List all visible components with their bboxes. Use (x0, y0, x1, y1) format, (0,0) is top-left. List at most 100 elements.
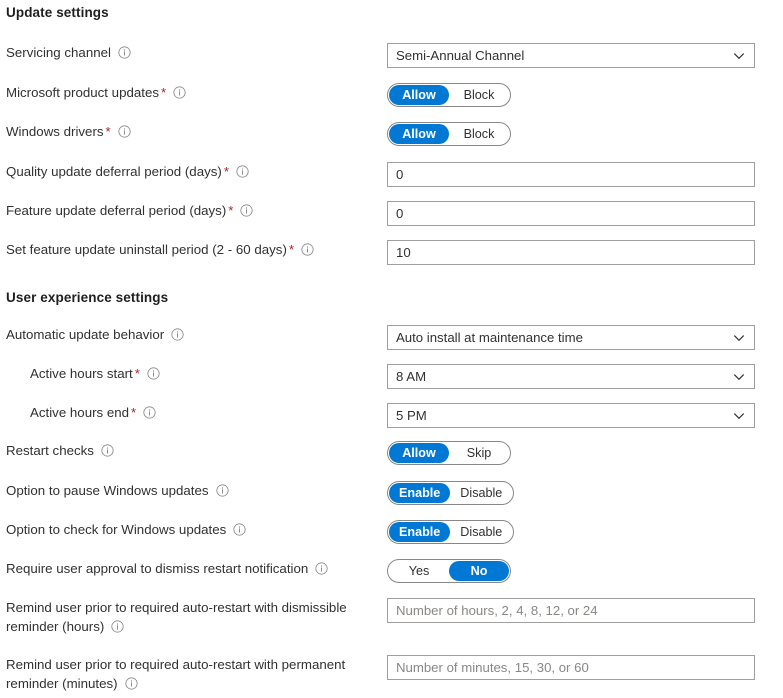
label-feature-update-uninstall-period: Set feature update uninstall period (2 -… (6, 240, 314, 259)
info-icon[interactable] (171, 328, 184, 341)
section-heading-user-experience-settings: User experience settings (6, 290, 168, 305)
label-text: Active hours end (30, 405, 129, 420)
info-icon[interactable] (173, 86, 186, 99)
input-remind-user-permanent-reminder-minutes[interactable]: Number of minutes, 15, 30, or 60 (387, 655, 755, 680)
label-option-to-check-for-windows-updates: Option to check for Windows updates (6, 520, 246, 539)
info-icon[interactable] (143, 406, 156, 419)
label-remind-user-dismissible-reminder-hours: Remind user prior to required auto-resta… (6, 598, 366, 636)
label-quality-update-deferral-period: Quality update deferral period (days)* (6, 162, 249, 181)
info-icon[interactable] (147, 367, 160, 380)
toggle-option-skip[interactable]: Skip (449, 443, 509, 463)
info-icon[interactable] (125, 677, 138, 690)
input-quality-update-deferral-period[interactable]: 0 (387, 162, 755, 187)
field-microsoft-product-updates: AllowBlock (387, 83, 511, 107)
field-active-hours-end: 5 PM (387, 403, 755, 428)
field-option-to-pause-windows-updates: EnableDisable (387, 481, 514, 505)
required-asterisk: * (133, 366, 140, 381)
label-text: Option to pause Windows updates (6, 483, 209, 498)
dropdown-servicing-channel[interactable]: Semi-Annual Channel (387, 43, 755, 68)
toggle-restart-checks[interactable]: AllowSkip (387, 441, 511, 465)
label-restart-checks: Restart checks (6, 441, 114, 460)
label-automatic-update-behavior: Automatic update behavior (6, 325, 184, 344)
label-text: Remind user prior to required auto-resta… (6, 657, 345, 691)
label-text: Option to check for Windows updates (6, 522, 226, 537)
info-icon[interactable] (118, 125, 131, 138)
field-automatic-update-behavior: Auto install at maintenance time (387, 325, 755, 350)
label-require-user-approval-dismiss-restart-notification: Require user approval to dismiss restart… (6, 559, 328, 578)
toggle-option-allow[interactable]: Allow (389, 124, 449, 144)
field-option-to-check-for-windows-updates: EnableDisable (387, 520, 514, 544)
dropdown-active-hours-end[interactable]: 5 PM (387, 403, 755, 428)
label-text: Quality update deferral period (days) (6, 164, 222, 179)
required-asterisk: * (287, 242, 294, 257)
toggle-option-no[interactable]: No (449, 561, 509, 581)
toggle-option-block[interactable]: Block (449, 85, 509, 105)
label-remind-user-permanent-reminder-minutes: Remind user prior to required auto-resta… (6, 655, 366, 693)
toggle-option-allow[interactable]: Allow (389, 443, 449, 463)
toggle-option-block[interactable]: Block (449, 124, 509, 144)
field-restart-checks: AllowSkip (387, 441, 511, 465)
info-icon[interactable] (216, 484, 229, 497)
label-microsoft-product-updates: Microsoft product updates* (6, 83, 186, 102)
input-feature-update-uninstall-period[interactable]: 10 (387, 240, 755, 265)
info-icon[interactable] (315, 562, 328, 575)
section-heading-update-settings: Update settings (6, 5, 109, 20)
label-text: Microsoft product updates (6, 85, 159, 100)
required-asterisk: * (129, 405, 136, 420)
toggle-option-to-check-for-windows-updates[interactable]: EnableDisable (387, 520, 514, 544)
chevron-down-icon[interactable] (733, 371, 745, 383)
label-windows-drivers: Windows drivers* (6, 122, 131, 141)
label-option-to-pause-windows-updates: Option to pause Windows updates (6, 481, 229, 500)
label-text: Active hours start (30, 366, 133, 381)
toggle-option-enable[interactable]: Enable (389, 483, 450, 503)
required-asterisk: * (159, 85, 166, 100)
info-icon[interactable] (240, 204, 253, 217)
label-servicing-channel: Servicing channel (6, 43, 131, 62)
toggle-option-to-pause-windows-updates[interactable]: EnableDisable (387, 481, 514, 505)
label-text: Remind user prior to required auto-resta… (6, 600, 347, 634)
field-quality-update-deferral-period: 0 (387, 162, 755, 187)
field-active-hours-start: 8 AM (387, 364, 755, 389)
field-remind-user-dismissible-reminder-hours: Number of hours, 2, 4, 8, 12, or 24 (387, 598, 755, 623)
info-icon[interactable] (111, 620, 124, 633)
label-text: Feature update deferral period (days) (6, 203, 226, 218)
info-icon[interactable] (101, 444, 114, 457)
toggle-option-disable[interactable]: Disable (450, 522, 512, 542)
label-text: Restart checks (6, 443, 94, 458)
toggle-microsoft-product-updates[interactable]: AllowBlock (387, 83, 511, 107)
required-asterisk: * (226, 203, 233, 218)
field-require-user-approval-dismiss-restart-notification: YesNo (387, 559, 511, 583)
label-text: Automatic update behavior (6, 327, 164, 342)
label-text: Set feature update uninstall period (2 -… (6, 242, 287, 257)
chevron-down-icon[interactable] (733, 50, 745, 62)
info-icon[interactable] (236, 165, 249, 178)
input-remind-user-dismissible-reminder-hours[interactable]: Number of hours, 2, 4, 8, 12, or 24 (387, 598, 755, 623)
field-remind-user-permanent-reminder-minutes: Number of minutes, 15, 30, or 60 (387, 655, 755, 680)
toggle-option-allow[interactable]: Allow (389, 85, 449, 105)
toggle-option-disable[interactable]: Disable (450, 483, 512, 503)
label-feature-update-deferral-period: Feature update deferral period (days)* (6, 201, 253, 220)
dropdown-active-hours-start[interactable]: 8 AM (387, 364, 755, 389)
info-icon[interactable] (118, 46, 131, 59)
field-windows-drivers: AllowBlock (387, 122, 511, 146)
label-text: Require user approval to dismiss restart… (6, 561, 308, 576)
toggle-option-enable[interactable]: Enable (389, 522, 450, 542)
field-servicing-channel: Semi-Annual Channel (387, 43, 755, 68)
info-icon[interactable] (233, 523, 246, 536)
update-ring-settings-form: Update settings User experience settings S… (0, 0, 783, 698)
toggle-require-user-approval-dismiss-restart-notification[interactable]: YesNo (387, 559, 511, 583)
info-icon[interactable] (301, 243, 314, 256)
label-active-hours-start: Active hours start* (30, 364, 160, 383)
input-feature-update-deferral-period[interactable]: 0 (387, 201, 755, 226)
field-feature-update-deferral-period: 0 (387, 201, 755, 226)
required-asterisk: * (104, 124, 111, 139)
dropdown-automatic-update-behavior[interactable]: Auto install at maintenance time (387, 325, 755, 350)
toggle-windows-drivers[interactable]: AllowBlock (387, 122, 511, 146)
chevron-down-icon[interactable] (733, 410, 745, 422)
label-active-hours-end: Active hours end* (30, 403, 156, 422)
label-text: Servicing channel (6, 45, 111, 60)
label-text: Windows drivers (6, 124, 104, 139)
toggle-option-yes[interactable]: Yes (389, 561, 449, 581)
chevron-down-icon[interactable] (733, 332, 745, 344)
required-asterisk: * (222, 164, 229, 179)
